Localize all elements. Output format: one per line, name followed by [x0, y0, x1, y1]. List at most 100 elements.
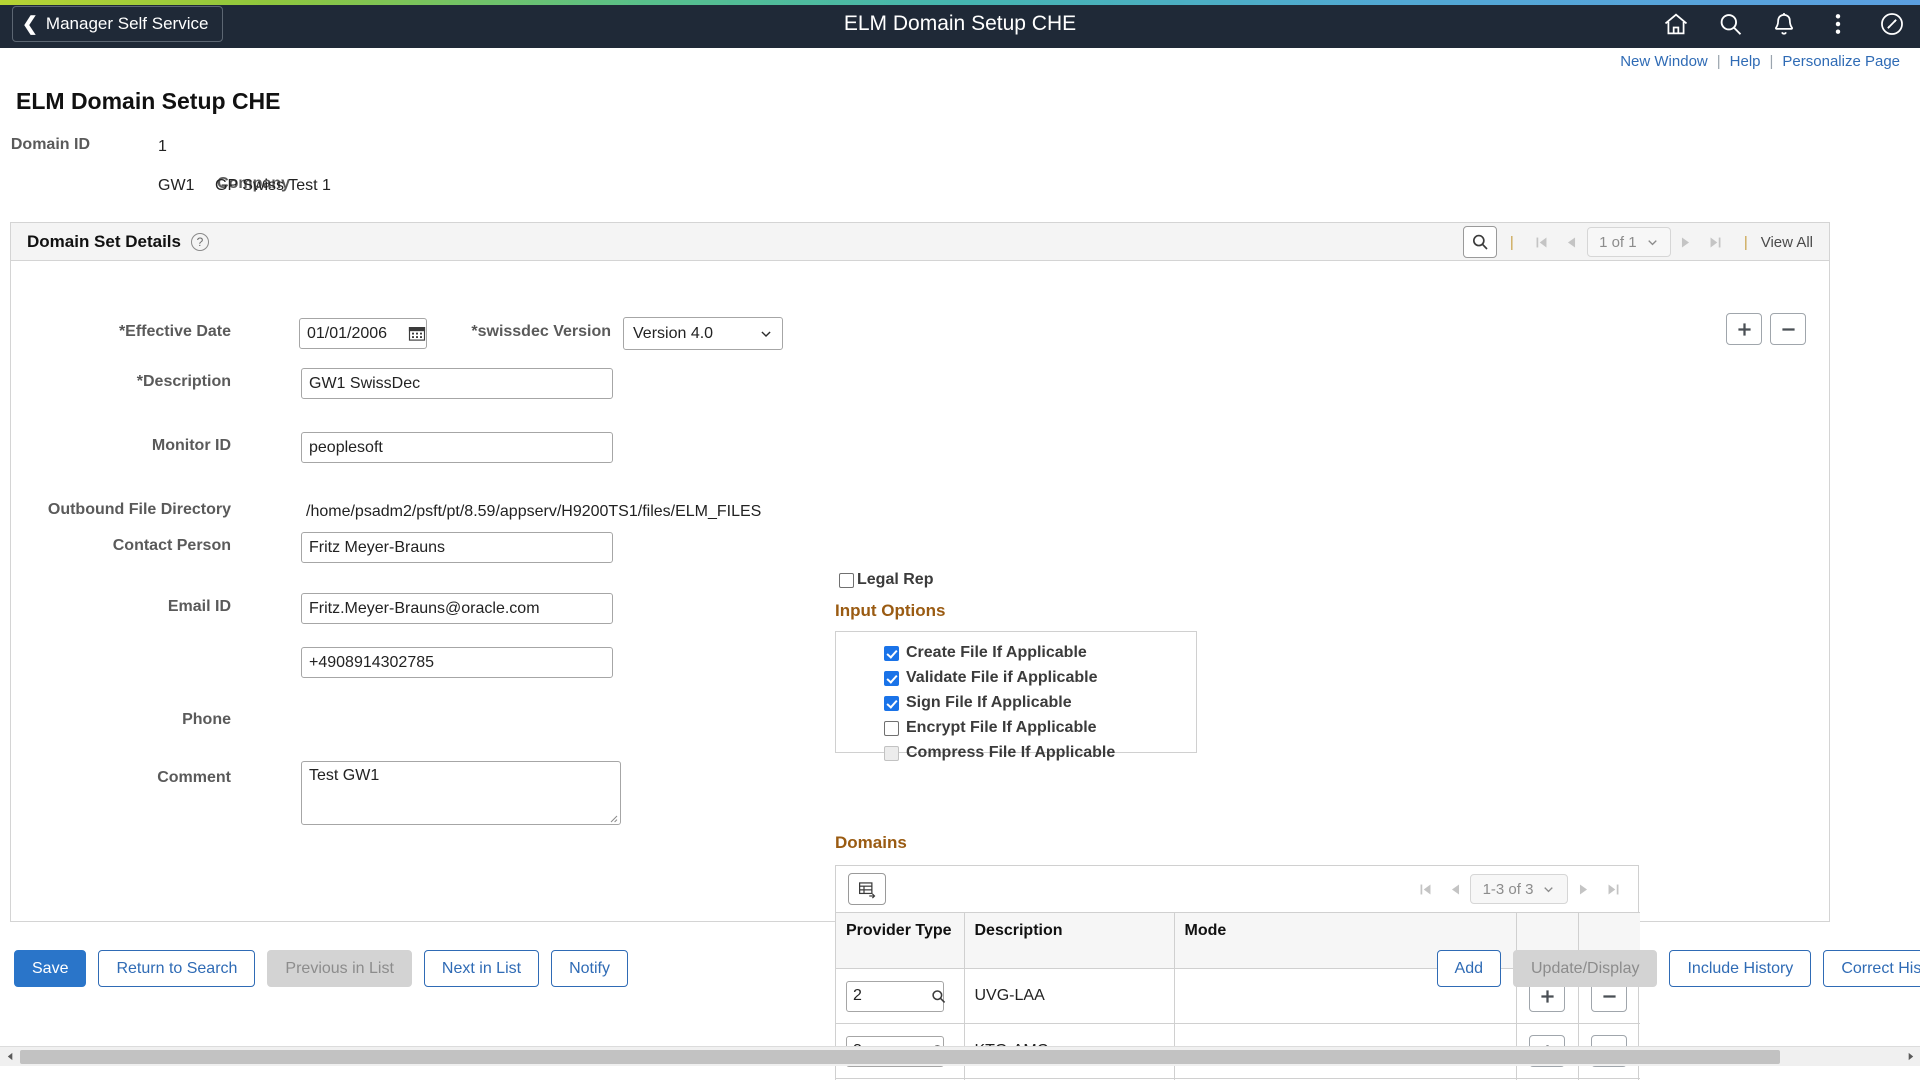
view-all-link[interactable]: View All [1761, 234, 1813, 251]
monitor-id-input[interactable] [301, 432, 613, 463]
description-input[interactable] [301, 368, 613, 399]
pager-separator-1: | [1510, 234, 1514, 251]
scrollbar-track[interactable] [20, 1047, 1900, 1067]
chevron-down-icon [1646, 236, 1659, 249]
horizontal-scrollbar[interactable] [0, 1046, 1920, 1066]
form-area: *Effective Date *swissdec Version Versio… [11, 261, 1829, 921]
next-row-button[interactable] [1671, 228, 1701, 256]
delete-row-button[interactable] [1770, 313, 1806, 345]
description-label: *Description [71, 373, 231, 391]
comment-textarea[interactable]: Test GW1 [301, 761, 621, 825]
provider-type-cell [836, 969, 964, 1024]
plus-icon [1539, 988, 1556, 1005]
actions-menu-icon[interactable] [1824, 10, 1852, 38]
chevron-down-icon [1542, 883, 1555, 896]
top-gradient-strip [0, 0, 1920, 5]
input-option-row: Create File If Applicable [884, 644, 1196, 662]
minus-icon [1601, 988, 1618, 1005]
swissdec-version-select[interactable]: Version 4.0 [623, 317, 783, 350]
row-counter-label: 1 of 1 [1599, 234, 1637, 251]
previous-page-icon [1563, 234, 1580, 251]
previous-row-button[interactable] [1557, 228, 1587, 256]
header-title: ELM Domain Setup CHE [0, 12, 1920, 36]
description-cell: UVG-LAA [964, 969, 1174, 1024]
outbound-file-directory-value: /home/psadm2/psft/pt/8.59/appserv/H9200T… [306, 503, 761, 521]
chevron-down-icon [759, 327, 773, 341]
help-icon[interactable]: ? [191, 233, 209, 251]
search-icon[interactable] [1716, 10, 1744, 38]
mode-action-buttons: Add Update/Display Include History Correct … [1437, 950, 1920, 987]
input-option-row: Encrypt File If Applicable [884, 719, 1196, 737]
last-row-button[interactable] [1701, 228, 1731, 256]
link-separator-2: | [1770, 53, 1774, 70]
swissdec-version-label: *swissdec Version [311, 323, 611, 341]
input-option-checkbox[interactable] [884, 646, 899, 661]
last-page-icon [1707, 234, 1724, 251]
input-option-label: Compress File If Applicable [906, 744, 1115, 762]
legal-rep-checkbox[interactable] [839, 573, 854, 588]
previous-in-list-button: Previous in List [267, 950, 412, 987]
minus-icon [1780, 321, 1797, 338]
correct-history-button[interactable]: Correct History [1823, 950, 1920, 987]
scroll-left-button[interactable] [0, 1047, 20, 1067]
notifications-bell-icon[interactable] [1770, 10, 1798, 38]
plus-icon [1736, 321, 1753, 338]
add-button[interactable]: Add [1437, 950, 1501, 987]
phone-label: Phone [71, 711, 231, 729]
input-option-checkbox [884, 746, 899, 761]
contact-person-label: Contact Person [71, 537, 231, 555]
comment-label: Comment [71, 769, 231, 787]
scrollbar-thumb[interactable] [20, 1050, 1780, 1064]
save-button[interactable]: Save [14, 950, 86, 987]
input-option-checkbox[interactable] [884, 696, 899, 711]
first-row-button[interactable] [1527, 228, 1557, 256]
outbound-file-directory-label: Outbound File Directory [41, 501, 231, 519]
row-action-buttons [1726, 313, 1806, 345]
back-to-manager-self-service-button[interactable]: ❮ Manager Self Service [12, 6, 223, 42]
input-option-checkbox[interactable] [884, 721, 899, 736]
grid-row-counter-dropdown[interactable]: 1-3 of 3 [1470, 874, 1568, 904]
primary-action-buttons: Save Return to Search Previous in List Next… [14, 950, 628, 987]
add-row-button[interactable] [1726, 313, 1762, 345]
monitor-id-label: Monitor ID [71, 437, 231, 455]
row-counter-dropdown[interactable]: 1 of 1 [1587, 227, 1671, 257]
notify-button[interactable]: Notify [551, 950, 628, 987]
navigator-compass-icon[interactable] [1878, 10, 1906, 38]
personalize-page-link[interactable]: Personalize Page [1782, 53, 1900, 70]
home-icon[interactable] [1662, 10, 1690, 38]
grid-last-button[interactable] [1598, 875, 1628, 903]
domains-grid-toolbar: 1-3 of 3 [836, 866, 1638, 912]
include-history-button[interactable]: Include History [1669, 950, 1811, 987]
grid-first-button[interactable] [1410, 875, 1440, 903]
find-search-button[interactable] [1463, 226, 1497, 258]
pager-separator-2: | [1744, 234, 1748, 251]
input-option-checkbox[interactable] [884, 671, 899, 686]
help-link[interactable]: Help [1730, 53, 1761, 70]
last-page-icon [1605, 881, 1622, 898]
contact-person-input[interactable] [301, 532, 613, 563]
effective-date-label: *Effective Date [71, 323, 231, 341]
input-option-label: Sign File If Applicable [906, 694, 1072, 712]
first-page-icon [1533, 234, 1550, 251]
grid-personalize-button[interactable] [848, 873, 886, 905]
company-name-value: GP Swiss Test 1 [215, 177, 331, 195]
input-options-title: Input Options [835, 601, 945, 621]
legal-rep-label: Legal Rep [857, 571, 933, 589]
input-option-label: Validate File if Applicable [906, 669, 1097, 687]
return-to-search-button[interactable]: Return to Search [98, 950, 255, 987]
scroll-right-button[interactable] [1900, 1047, 1920, 1067]
first-page-icon [1417, 881, 1434, 898]
grid-previous-button[interactable] [1440, 875, 1470, 903]
search-icon [1470, 232, 1490, 252]
app-header: ❮ Manager Self Service ELM Domain Setup … [0, 0, 1920, 48]
update-display-button: Update/Display [1513, 950, 1658, 987]
header-icon-group [1662, 0, 1906, 48]
previous-page-icon [1447, 881, 1464, 898]
domains-column-header: Description [964, 913, 1174, 969]
grid-next-button[interactable] [1568, 875, 1598, 903]
new-window-link[interactable]: New Window [1620, 53, 1708, 70]
email-id-input[interactable] [301, 593, 613, 624]
lookup-search-icon[interactable] [930, 988, 947, 1005]
phone-input[interactable] [301, 647, 613, 678]
next-in-list-button[interactable]: Next in List [424, 950, 539, 987]
